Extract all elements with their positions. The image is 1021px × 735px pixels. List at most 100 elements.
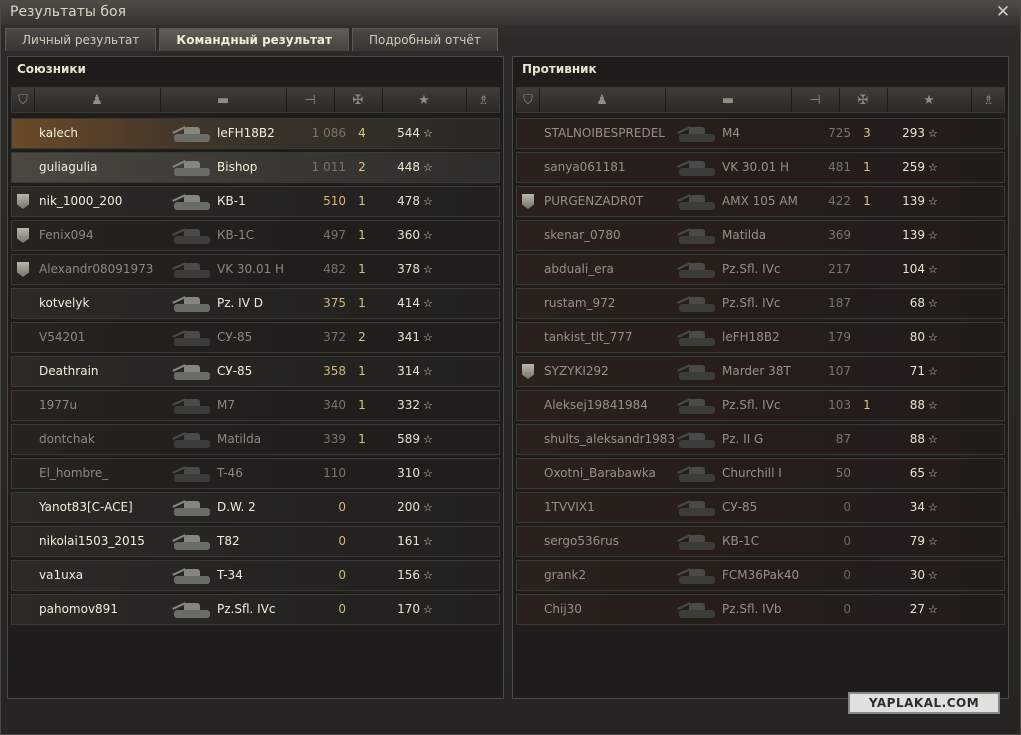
experience-value: 341 bbox=[397, 330, 420, 344]
player-row[interactable]: dontchak Matilda 339 1 589 ☆ bbox=[11, 424, 500, 455]
player-row[interactable]: 1977u M7 340 1 332 ☆ bbox=[11, 390, 500, 421]
player-name: pahomov891 bbox=[39, 602, 118, 616]
tank-icon[interactable]: ▬ bbox=[160, 88, 287, 112]
player-row[interactable]: STALNOIBESPREDEL M4 725 3 293 ☆ bbox=[516, 118, 1005, 149]
star-icon: ☆ bbox=[928, 467, 938, 480]
player-row[interactable]: PURGENZADR0T AMX 105 AM 422 1 139 ☆ bbox=[516, 186, 1005, 217]
tank-name: T-34 bbox=[217, 568, 243, 582]
player-row[interactable]: El_hombre_ T-46 110 310 ☆ bbox=[11, 458, 500, 489]
player-row[interactable]: guliagulia Bishop 1 011 2 448 ☆ bbox=[11, 152, 500, 183]
medal-icon[interactable]: ♗ bbox=[971, 88, 1007, 112]
damage-value: 110 bbox=[323, 466, 346, 480]
star-icon: ☆ bbox=[928, 603, 938, 616]
tank-icon bbox=[673, 223, 721, 249]
tab-team-result[interactable]: Командный результат bbox=[159, 28, 349, 51]
star-icon: ☆ bbox=[928, 229, 938, 242]
player-row[interactable]: grank2 FCM36Pak40 0 30 ☆ bbox=[516, 560, 1005, 591]
clan-badge-icon bbox=[522, 364, 534, 379]
experience-value: 34 bbox=[909, 500, 925, 514]
tank-name: leFH18B2 bbox=[722, 330, 780, 344]
star-icon: ☆ bbox=[928, 433, 938, 446]
experience-value: 156 bbox=[397, 568, 420, 582]
kills-value: 1 bbox=[358, 296, 366, 310]
star-icon: ☆ bbox=[928, 399, 938, 412]
player-row[interactable]: skenar_0780 Matilda 369 139 ☆ bbox=[516, 220, 1005, 251]
player-row[interactable]: Oxotni_Barabawka Churchill I 50 65 ☆ bbox=[516, 458, 1005, 489]
tab-personal-result[interactable]: Личный результат bbox=[5, 28, 157, 51]
player-row[interactable]: kotvelyk Pz. IV D 375 1 414 ☆ bbox=[11, 288, 500, 319]
player-row[interactable]: nik_1000_200 КВ-1 510 1 478 ☆ bbox=[11, 186, 500, 217]
experience-value: 88 bbox=[909, 432, 925, 446]
damage-value: 0 bbox=[338, 568, 346, 582]
player-row[interactable]: V54201 СУ-85 372 2 341 ☆ bbox=[11, 322, 500, 353]
enemies-title: Противник bbox=[522, 62, 597, 76]
clan-badge-icon[interactable]: ⛉ bbox=[517, 88, 540, 112]
player-row[interactable]: nikolai1503_2015 T82 0 161 ☆ bbox=[11, 526, 500, 557]
player-row[interactable]: shults_aleksandr1983 Pz. II G 87 88 ☆ bbox=[516, 424, 1005, 455]
experience-value: 170 bbox=[397, 602, 420, 616]
star-icon[interactable]: ★ bbox=[382, 88, 467, 112]
clan-badge-icon bbox=[522, 194, 534, 209]
star-icon: ☆ bbox=[423, 263, 433, 276]
tank-icon bbox=[168, 495, 216, 521]
player-row[interactable]: Aleksej19841984 Pz.Sfl. IVc 103 1 88 ☆ bbox=[516, 390, 1005, 421]
tank-icon bbox=[673, 597, 721, 623]
player-row[interactable]: sergo536rus КВ-1С 0 79 ☆ bbox=[516, 526, 1005, 557]
experience-value: 310 bbox=[397, 466, 420, 480]
damage-value: 217 bbox=[828, 262, 851, 276]
damage-value: 725 bbox=[828, 126, 851, 140]
player-row[interactable]: 1TVVIX1 СУ-85 0 34 ☆ bbox=[516, 492, 1005, 523]
star-icon: ☆ bbox=[928, 501, 938, 514]
close-icon[interactable]: ✕ bbox=[994, 2, 1012, 22]
damage-icon[interactable]: ⊣ bbox=[286, 88, 335, 112]
clan-badge-icon[interactable]: ⛉ bbox=[12, 88, 35, 112]
kills-value: 4 bbox=[358, 126, 366, 140]
tank-icon bbox=[673, 121, 721, 147]
medal-icon[interactable]: ♗ bbox=[466, 88, 502, 112]
damage-value: 358 bbox=[323, 364, 346, 378]
kills-icon[interactable]: ✠ bbox=[839, 88, 888, 112]
player-row[interactable]: sanya061181 VK 30.01 H 481 1 259 ☆ bbox=[516, 152, 1005, 183]
tank-icon bbox=[673, 461, 721, 487]
tab-detailed-report[interactable]: Подробный отчёт bbox=[351, 28, 498, 51]
experience-value: 65 bbox=[909, 466, 925, 480]
player-row[interactable]: pahomov891 Pz.Sfl. IVc 0 170 ☆ bbox=[11, 594, 500, 625]
player-icon[interactable]: ♟ bbox=[34, 88, 161, 112]
player-row[interactable]: SYZYKI292 Marder 38T 107 71 ☆ bbox=[516, 356, 1005, 387]
star-icon[interactable]: ★ bbox=[887, 88, 972, 112]
kills-icon[interactable]: ✠ bbox=[334, 88, 383, 112]
player-icon[interactable]: ♟ bbox=[539, 88, 666, 112]
star-icon: ☆ bbox=[928, 365, 938, 378]
kills-value: 1 bbox=[358, 262, 366, 276]
clan-badge-icon bbox=[17, 262, 29, 277]
damage-icon[interactable]: ⊣ bbox=[791, 88, 840, 112]
player-row[interactable]: Chij30 Pz.Sfl. IVb 0 27 ☆ bbox=[516, 594, 1005, 625]
star-icon: ☆ bbox=[423, 331, 433, 344]
player-name: grank2 bbox=[544, 568, 587, 582]
player-row[interactable]: Alexandr08091973 VK 30.01 H 482 1 378 ☆ bbox=[11, 254, 500, 285]
player-row[interactable]: Deathrain СУ-85 358 1 314 ☆ bbox=[11, 356, 500, 387]
damage-value: 482 bbox=[323, 262, 346, 276]
player-name: kalech bbox=[39, 126, 79, 140]
star-icon: ☆ bbox=[928, 161, 938, 174]
player-row[interactable]: va1uxa T-34 0 156 ☆ bbox=[11, 560, 500, 591]
player-row[interactable]: abduali_era Pz.Sfl. IVc 217 104 ☆ bbox=[516, 254, 1005, 285]
window-title: Результаты боя bbox=[10, 4, 126, 20]
allies-panel: Союзники ⛉ ♟ ▬ ⊣ ✠ ★ ♗ kalech leFH18B2 1 086 4 544… bbox=[7, 56, 504, 699]
kills-value: 1 bbox=[863, 194, 871, 208]
experience-value: 79 bbox=[909, 534, 925, 548]
allies-column-header: ⛉ ♟ ▬ ⊣ ✠ ★ ♗ bbox=[11, 87, 502, 113]
damage-value: 107 bbox=[828, 364, 851, 378]
damage-value: 340 bbox=[323, 398, 346, 412]
player-row[interactable]: rustam_972 Pz.Sfl. IVc 187 68 ☆ bbox=[516, 288, 1005, 319]
player-row[interactable]: Yanot83[C-ACE] D.W. 2 0 200 ☆ bbox=[11, 492, 500, 523]
tank-name: КВ-1 bbox=[217, 194, 246, 208]
tank-name: КВ-1С bbox=[722, 534, 760, 548]
player-row[interactable]: kalech leFH18B2 1 086 4 544 ☆ bbox=[11, 118, 500, 149]
star-icon: ☆ bbox=[928, 195, 938, 208]
player-row[interactable]: Fenix094 КВ-1С 497 1 360 ☆ bbox=[11, 220, 500, 251]
tank-icon[interactable]: ▬ bbox=[665, 88, 792, 112]
player-row[interactable]: tankist_tlt_777 leFH18B2 179 80 ☆ bbox=[516, 322, 1005, 353]
tank-icon bbox=[673, 155, 721, 181]
player-name: sergo536rus bbox=[544, 534, 620, 548]
